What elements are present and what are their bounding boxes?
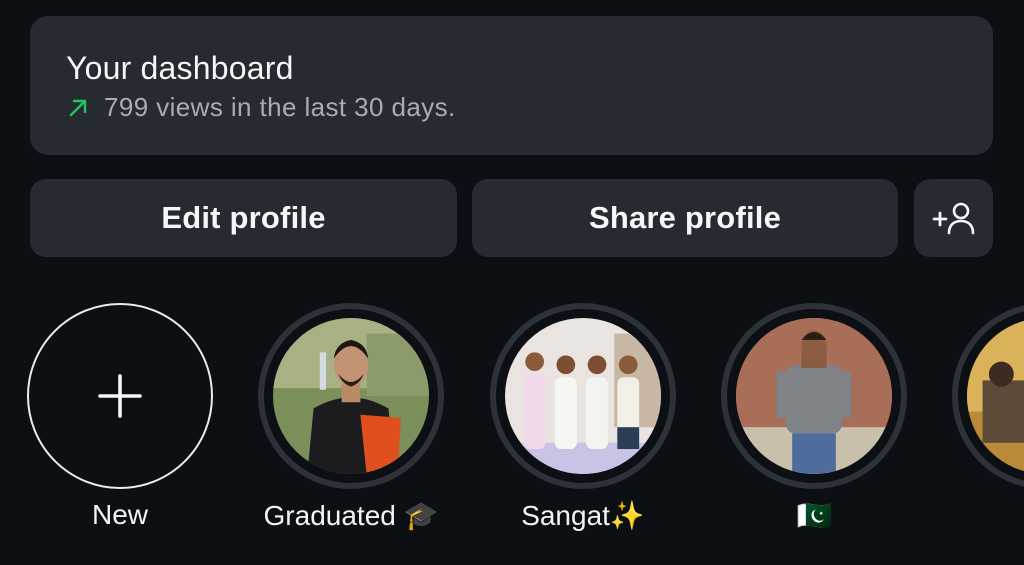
plus-icon (98, 374, 142, 418)
new-highlight-circle[interactable] (27, 303, 213, 489)
share-profile-label: Share profile (588, 200, 782, 235)
highlight-partial[interactable] (952, 303, 1024, 489)
portrait-photo-thumbnail (736, 318, 892, 474)
dashboard-stats: 799 views in the last 30 days. (66, 92, 456, 123)
share-profile-button[interactable]: Share profile (472, 179, 898, 257)
highlight-ring[interactable] (490, 303, 676, 489)
highlight-ring[interactable] (721, 303, 907, 489)
highlight-ring[interactable] (258, 303, 444, 489)
highlight-label: 🇵🇰 (796, 500, 832, 531)
dashboard-title: Your dashboard (66, 50, 294, 86)
highlight-label: New (91, 499, 148, 530)
arrow-up-right-icon (69, 99, 87, 116)
discover-people-button[interactable] (914, 179, 993, 257)
story-photo-thumbnail (967, 318, 1024, 474)
graduation-photo-thumbnail (273, 318, 429, 474)
add-person-icon (932, 202, 974, 235)
group-photo-thumbnail (505, 318, 661, 474)
dashboard-card[interactable]: Your dashboard 799 views in the last 30 … (30, 16, 993, 155)
highlight-label: Graduated 🎓 (263, 500, 439, 531)
edit-profile-button[interactable]: Edit profile (30, 179, 457, 257)
profile-screen: Your dashboard 799 views in the last 30 … (0, 0, 1024, 565)
highlight-label: Sangat✨ (521, 500, 645, 531)
dashboard-views-text: 799 views in the last 30 days. (104, 92, 456, 122)
edit-profile-label: Edit profile (161, 200, 326, 235)
